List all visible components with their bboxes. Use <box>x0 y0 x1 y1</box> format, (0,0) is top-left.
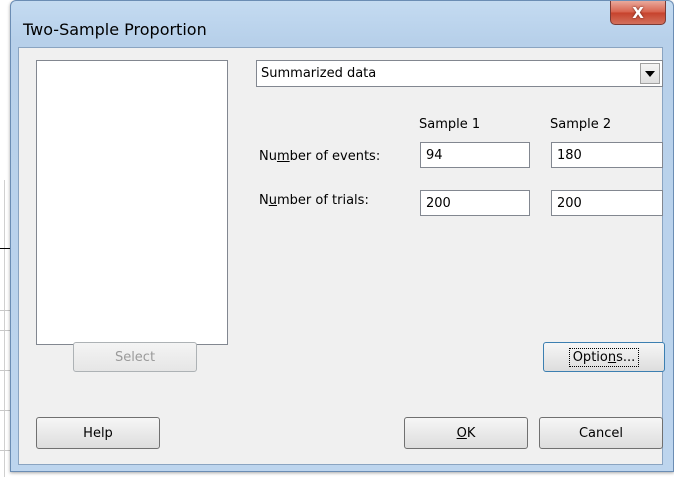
background-spreadsheet <box>0 180 10 477</box>
trials-sample2-field[interactable] <box>551 190 663 216</box>
options-button-label: Options... <box>568 347 640 367</box>
ok-button-label: OK <box>456 425 476 441</box>
sample2-header: Sample 2 <box>550 117 612 132</box>
data-source-dropdown[interactable]: Summarized data <box>256 60 663 87</box>
ok-button[interactable]: OK <box>404 417 528 449</box>
events-sample2-field[interactable] <box>551 142 663 168</box>
number-of-events-label: Number of events: <box>259 149 381 164</box>
trials-sample1-field[interactable] <box>420 190 530 216</box>
events-sample1-field[interactable] <box>420 142 530 168</box>
options-button[interactable]: Options... <box>543 342 665 372</box>
data-source-value: Summarized data <box>261 66 377 81</box>
number-of-trials-label: Number of trials: <box>259 193 369 208</box>
close-button[interactable]: X <box>610 1 666 25</box>
close-icon: X <box>632 3 644 22</box>
dialog-client-area: Summarized data Sample 1 Sample 2 Number… <box>18 47 665 465</box>
help-button[interactable]: Help <box>36 417 160 449</box>
help-button-label: Help <box>83 425 113 441</box>
dialog-title: Two-Sample Proportion <box>23 20 207 39</box>
cancel-button[interactable]: Cancel <box>539 417 663 449</box>
select-button[interactable]: Select <box>73 342 197 372</box>
cancel-button-label: Cancel <box>578 425 624 441</box>
variable-list[interactable] <box>36 60 228 345</box>
sample1-header: Sample 1 <box>419 117 481 132</box>
dialog-window: Two-Sample Proportion X Summarized data … <box>10 0 674 472</box>
select-button-label: Select <box>114 349 156 365</box>
chevron-down-icon[interactable] <box>640 63 660 84</box>
